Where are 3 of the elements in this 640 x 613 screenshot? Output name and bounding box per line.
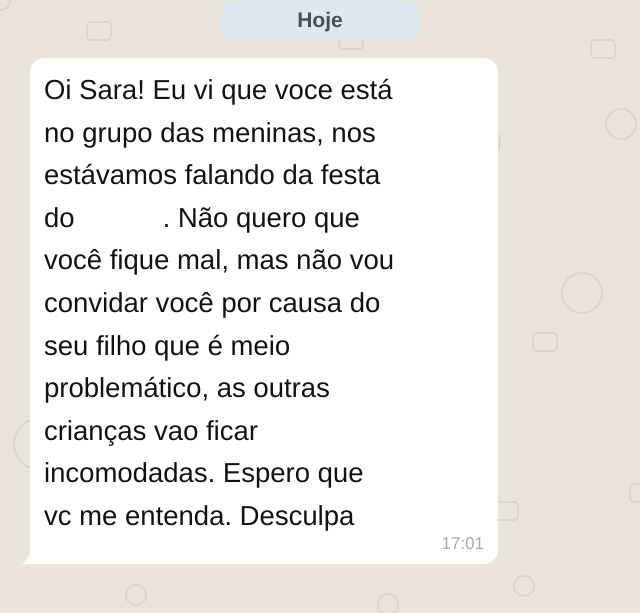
message-text: Oi Sara! Eu vi que voce está no grupo das meninas, nos estávamos falando da festa do . Não quero que você fique mal, mas não vou convidar você por causa do seu filho que é meio problemático, as outras crianças vao ficar incomodadas. Espero que vc me entenda. Desculpa (44, 73, 396, 533)
date-badge: Hoje (221, 2, 419, 40)
message-time: 17:01 (441, 534, 484, 554)
